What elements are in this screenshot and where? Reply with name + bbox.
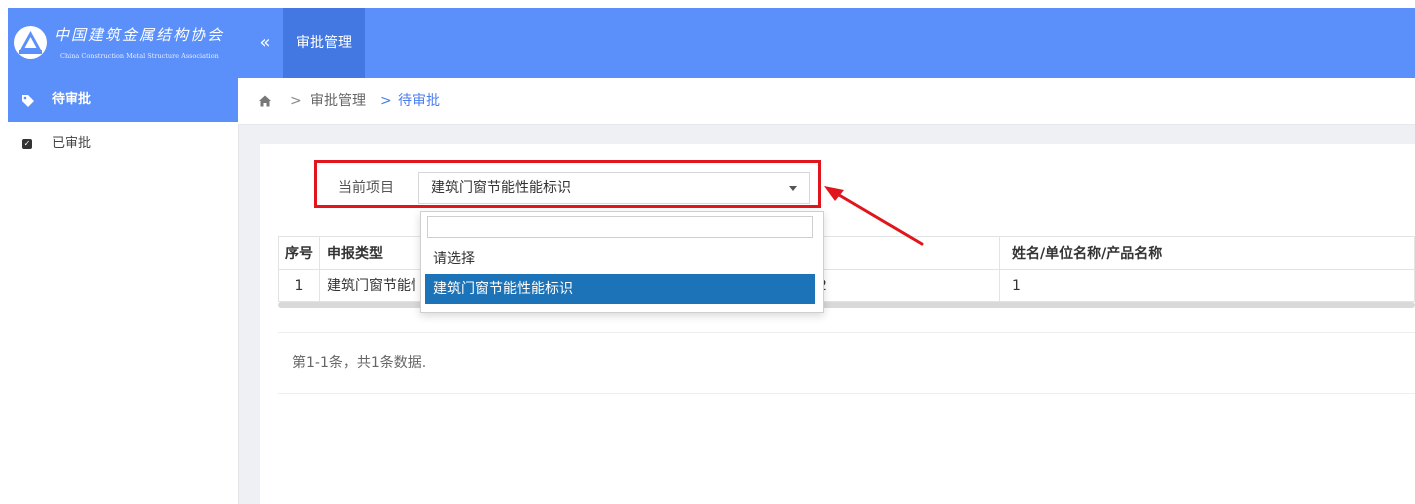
cell-type: 建筑门窗节能性能标识 — [327, 278, 415, 294]
sidebar-item-approved[interactable]: ✓ 已审批 — [8, 128, 238, 160]
card-body: 当前项目 建筑门窗节能性能标识 序号 申报类型 姓名/单位名称/产品名称 1 建… — [278, 144, 1415, 504]
dropdown-option-window-energy[interactable]: 建筑门窗节能性能标识 — [425, 274, 815, 304]
checkbox-icon: ✓ — [22, 139, 32, 149]
breadcrumb-separator: > — [380, 93, 392, 109]
breadcrumb-item-approval[interactable]: 审批管理 — [310, 78, 366, 124]
content-card: 当前项目 建筑门窗节能性能标识 序号 申报类型 姓名/单位名称/产品名称 1 建… — [260, 144, 1415, 504]
cell-index: 1 — [279, 270, 320, 301]
project-select-value: 建筑门窗节能性能标识 — [431, 180, 571, 196]
sidebar-item-label: 已审批 — [52, 136, 92, 151]
cell-column-3: 2 — [809, 270, 999, 301]
tab-approval-management[interactable]: 审批管理 — [283, 8, 365, 78]
project-dropdown: 请选择 建筑门窗节能性能标识 — [420, 211, 824, 313]
header-index: 序号 — [279, 237, 320, 269]
sidebar: 中国建筑金属结构协会 China Construction Metal Stru… — [8, 8, 239, 504]
pagination-text: 第1-1条，共1条数据. — [292, 355, 427, 371]
association-logo-icon — [14, 26, 47, 59]
breadcrumb-separator: > — [290, 93, 302, 109]
app-frame: 中国建筑金属结构协会 China Construction Metal Stru… — [8, 8, 1415, 504]
header-column-3 — [809, 237, 999, 269]
dropdown-search-input[interactable] — [427, 216, 813, 238]
collapse-sidebar-button[interactable]: « — [248, 8, 282, 78]
brand-title: 中国建筑金属结构协会 — [54, 26, 225, 44]
brand-subtitle: China Construction Metal Structure Assoc… — [60, 52, 219, 60]
sidebar-item-label: 待审批 — [52, 92, 92, 107]
home-icon[interactable] — [258, 94, 272, 108]
breadcrumb-item-pending: 待审批 — [398, 93, 440, 109]
dropdown-option-please-select[interactable]: 请选择 — [425, 244, 815, 274]
caret-down-icon — [789, 186, 797, 191]
project-select[interactable]: 建筑门窗节能性能标识 — [418, 172, 810, 204]
sidebar-item-pending[interactable]: 待审批 — [8, 78, 238, 122]
cell-name: 1 — [999, 270, 1415, 301]
header-name: 姓名/单位名称/产品名称 — [999, 237, 1415, 269]
breadcrumb: > 审批管理 > 待审批 — [238, 78, 1415, 125]
header-type: 申报类型 — [327, 246, 383, 262]
tag-icon — [20, 78, 36, 122]
top-navbar: « 审批管理 — [238, 8, 1415, 78]
current-project-label: 当前项目 — [338, 180, 394, 196]
brand-logo[interactable]: 中国建筑金属结构协会 China Construction Metal Stru… — [8, 8, 238, 78]
pagination-summary: 第1-1条，共1条数据. — [278, 332, 1415, 394]
